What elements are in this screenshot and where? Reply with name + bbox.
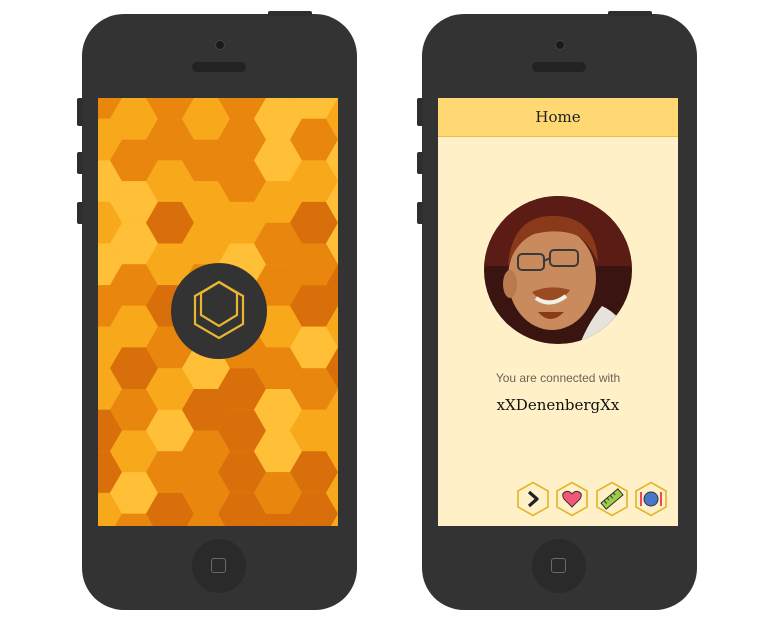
next-button[interactable]: [516, 481, 550, 517]
hexagon-logo-icon: [193, 280, 245, 340]
measure-button[interactable]: [595, 481, 629, 517]
like-button[interactable]: [555, 481, 589, 517]
home-screen: Home You are connected with xXDenenbergX…: [438, 98, 678, 526]
plate-cutlery-icon: [635, 481, 667, 517]
home-button[interactable]: [192, 539, 246, 593]
home-button-square: [211, 558, 226, 573]
mute-switch: [77, 98, 83, 126]
home-button[interactable]: [532, 539, 586, 593]
connected-label: You are connected with: [495, 371, 621, 385]
earpiece-speaker: [192, 62, 246, 72]
header-bar: Home: [438, 98, 678, 137]
ruler-icon: [596, 481, 628, 517]
mute-switch: [417, 98, 423, 126]
phone-right: Home You are connected with xXDenenbergX…: [417, 11, 697, 610]
earpiece-speaker: [532, 62, 586, 72]
power-button: [268, 11, 312, 16]
dinner-button[interactable]: [634, 481, 668, 517]
volume-up-button: [77, 152, 83, 174]
home-button-square: [551, 558, 566, 573]
phone-left: [77, 11, 357, 610]
profile-photo: [484, 196, 632, 344]
heart-icon: [556, 481, 588, 517]
chevron-right-icon: [517, 481, 549, 517]
avatar[interactable]: [484, 196, 632, 344]
volume-up-button: [417, 152, 423, 174]
front-camera: [555, 40, 565, 50]
splash-screen: [98, 98, 338, 526]
logo-badge[interactable]: [171, 263, 267, 359]
volume-down-button: [77, 202, 83, 224]
front-camera: [215, 40, 225, 50]
page-title: Home: [535, 108, 581, 126]
username: xXDenenbergXx: [496, 396, 620, 414]
volume-down-button: [417, 202, 423, 224]
power-button: [608, 11, 652, 16]
